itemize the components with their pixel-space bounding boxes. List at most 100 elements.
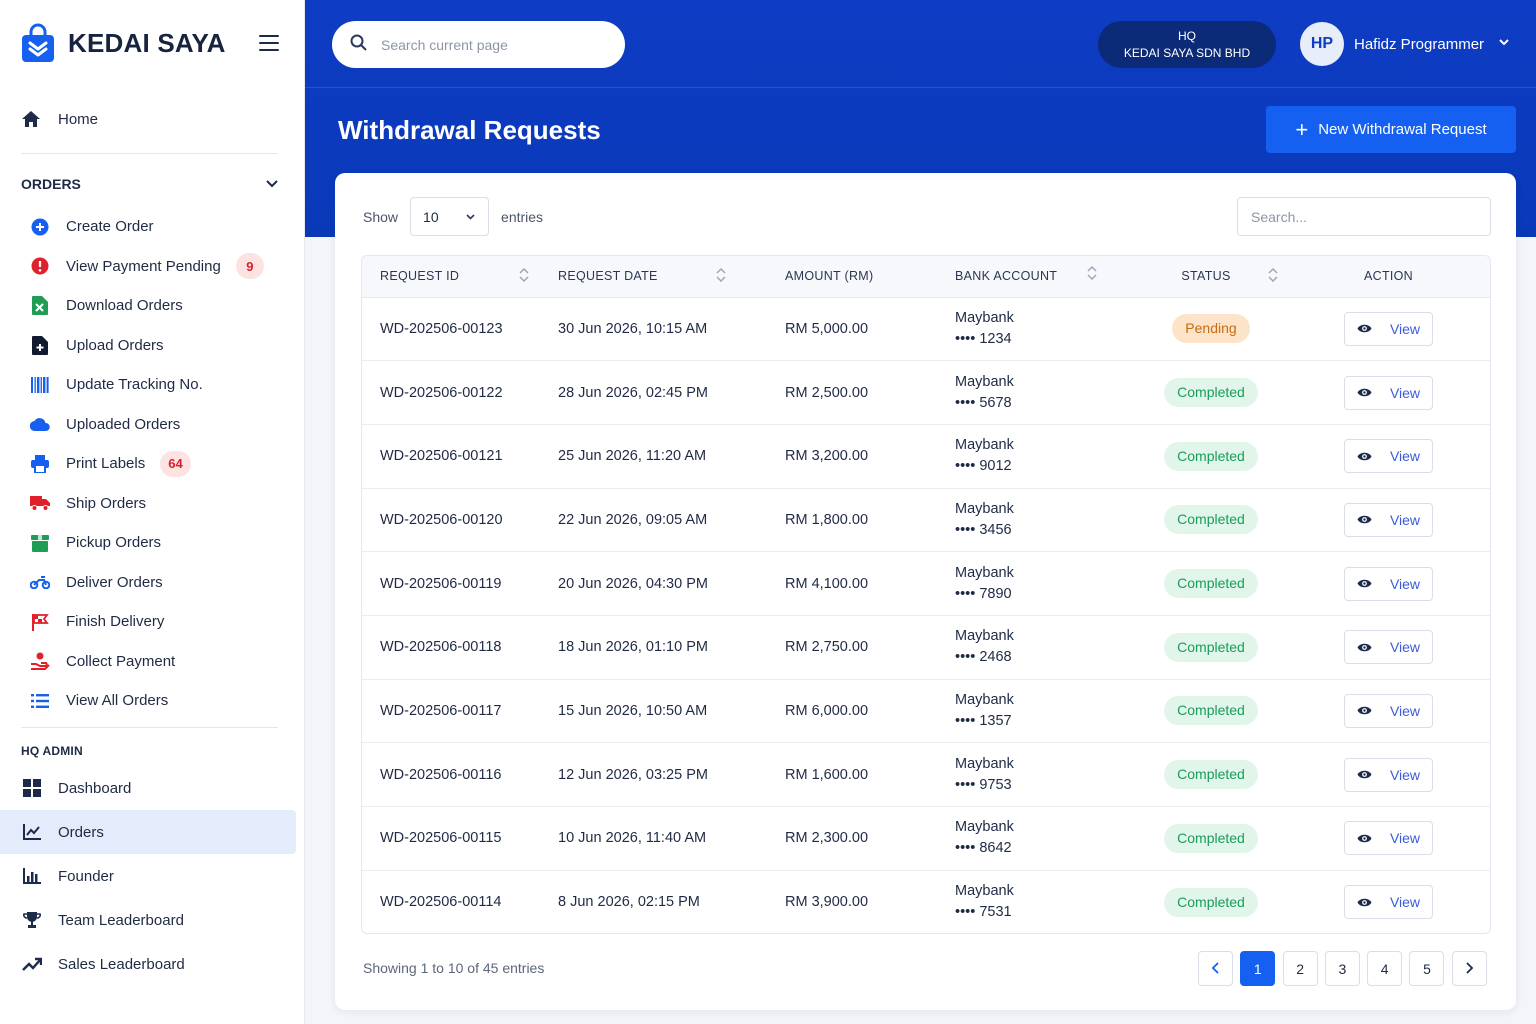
user-menu[interactable]: HP Hafidz Programmer <box>1300 21 1510 67</box>
sidebar-item-label: Download Orders <box>66 297 183 315</box>
sidebar-item-orders[interactable]: Orders <box>0 810 296 854</box>
request-id-cell: WD-202506-00121 <box>380 448 503 465</box>
eye-icon <box>1357 769 1381 780</box>
action-cell: View <box>1287 743 1490 807</box>
eye-icon <box>1357 833 1381 844</box>
organization-badge[interactable]: HQ KEDAI SAYA SDN BHD <box>1098 21 1276 68</box>
alert-circle-icon <box>29 255 51 277</box>
page-button-4[interactable]: 4 <box>1367 951 1403 986</box>
action-cell: View <box>1287 488 1490 552</box>
chevron-down-icon <box>1498 35 1510 53</box>
hand-coin-icon <box>29 650 51 672</box>
page-button-1[interactable]: 1 <box>1240 951 1276 986</box>
status-cell: Completed <box>1135 679 1287 743</box>
sidebar-item-uploaded-orders[interactable]: Uploaded Orders <box>21 405 281 445</box>
sidebar-item-deliver-orders[interactable]: Deliver Orders <box>21 563 281 603</box>
org-line-1: HQ <box>1178 28 1196 43</box>
sidebar-item-founder[interactable]: Founder <box>0 854 305 898</box>
view-button[interactable]: View <box>1344 502 1433 537</box>
view-button[interactable]: View <box>1344 311 1433 346</box>
status-cell: Completed <box>1135 424 1287 488</box>
view-button[interactable]: View <box>1344 566 1433 601</box>
sidebar-item-home[interactable]: Home <box>20 104 280 134</box>
status-badge: Completed <box>1164 441 1258 471</box>
eye-icon <box>1357 387 1381 398</box>
sort-icon <box>1087 265 1097 287</box>
page-button-5[interactable]: 5 <box>1409 951 1445 986</box>
sidebar-item-sales-leaderboard[interactable]: Sales Leaderboard <box>0 942 305 986</box>
search-input[interactable] <box>381 36 601 53</box>
column-header-request-id[interactable]: REQUEST ID <box>362 256 558 298</box>
sidebar: KEDAI SAYA Home ORDERS Create Order View… <box>0 0 305 1024</box>
global-search[interactable] <box>332 21 625 68</box>
box-icon <box>29 532 51 554</box>
request-date-cell: 20 Jun 2026, 04:30 PM <box>558 575 708 592</box>
next-page-button[interactable] <box>1451 951 1487 986</box>
bank-name: Maybank <box>955 755 1014 772</box>
finish-flag-icon <box>29 611 51 633</box>
sidebar-item-finish-delivery[interactable]: Finish Delivery <box>21 602 281 642</box>
action-cell: View <box>1287 361 1490 425</box>
sort-icon <box>1268 267 1278 285</box>
view-button[interactable]: View <box>1344 439 1433 474</box>
page-button-3[interactable]: 3 <box>1324 951 1360 986</box>
column-header-request-date[interactable]: REQUEST DATE <box>558 256 785 298</box>
request-date-cell: 8 Jun 2026, 02:15 PM <box>558 894 700 911</box>
request-date-cell: 15 Jun 2026, 10:50 AM <box>558 702 708 719</box>
section-title: HQ ADMIN <box>21 744 83 758</box>
line-chart-icon <box>21 821 43 843</box>
column-header-status[interactable]: STATUS <box>1135 256 1287 298</box>
previous-page-button[interactable] <box>1198 951 1233 986</box>
bank-name: Maybank <box>955 883 1014 900</box>
view-label: View <box>1389 639 1421 656</box>
eye-icon <box>1357 705 1381 716</box>
account-number: •••• 7531 <box>955 904 1012 921</box>
view-label: View <box>1389 830 1421 847</box>
plus-icon: + <box>1295 116 1309 142</box>
sidebar-item-download-orders[interactable]: Download Orders <box>21 286 281 326</box>
request-id-cell: WD-202506-00114 <box>380 894 502 911</box>
table-search[interactable] <box>1237 197 1491 236</box>
sidebar-item-update-tracking[interactable]: Update Tracking No. <box>21 365 281 405</box>
view-button[interactable]: View <box>1344 693 1433 728</box>
bank-account-cell: Maybank •••• 1357 <box>955 679 1135 743</box>
sidebar-item-dashboard[interactable]: Dashboard <box>0 766 305 810</box>
view-label: View <box>1389 575 1421 592</box>
menu-toggle-icon[interactable] <box>259 35 279 51</box>
sidebar-item-pickup-orders[interactable]: Pickup Orders <box>21 523 281 563</box>
status-badge: Completed <box>1164 632 1258 662</box>
sidebar-item-label: Create Order <box>66 218 154 236</box>
status-badge: Pending <box>1172 314 1250 344</box>
bank-account-cell: Maybank •••• 7531 <box>955 870 1135 933</box>
view-button[interactable]: View <box>1344 375 1433 410</box>
table-row: WD-202506-00121 25 Jun 2026, 11:20 AM RM 3… <box>362 424 1490 489</box>
table-row: WD-202506-00114 8 Jun 2026, 02:15 PM RM 3,… <box>362 870 1490 933</box>
sidebar-item-print-labels[interactable]: Print Labels 64 <box>21 444 281 484</box>
amount-cell: RM 2,300.00 <box>785 830 869 847</box>
new-withdrawal-request-button[interactable]: + New Withdrawal Request <box>1266 106 1516 153</box>
page-button-2[interactable]: 2 <box>1282 951 1318 986</box>
view-label: View <box>1389 511 1421 528</box>
view-button[interactable]: View <box>1344 757 1433 792</box>
sidebar-item-create-order[interactable]: Create Order <box>21 207 281 247</box>
sidebar-item-view-all-orders[interactable]: View All Orders <box>21 681 281 721</box>
sidebar-item-label: Upload Orders <box>66 336 164 354</box>
entries-select[interactable]: 10 <box>410 197 490 236</box>
orders-section-toggle[interactable]: ORDERS <box>21 174 279 194</box>
bank-name: Maybank <box>955 373 1014 390</box>
bank-name: Maybank <box>955 691 1014 708</box>
column-header-bank-account[interactable]: BANK ACCOUNT <box>955 256 1135 298</box>
bank-account-cell: Maybank •••• 1234 <box>955 297 1135 361</box>
view-button[interactable]: View <box>1344 821 1433 856</box>
table-search-input[interactable] <box>1251 208 1477 225</box>
view-button[interactable]: View <box>1344 885 1433 920</box>
sidebar-item-ship-orders[interactable]: Ship Orders <box>21 484 281 524</box>
sidebar-item-team-leaderboard[interactable]: Team Leaderboard <box>0 898 305 942</box>
view-button[interactable]: View <box>1344 630 1433 665</box>
brand[interactable]: KEDAI SAYA <box>20 22 226 64</box>
sidebar-item-label: Update Tracking No. <box>66 376 203 394</box>
sidebar-item-upload-orders[interactable]: Upload Orders <box>21 326 281 366</box>
sidebar-item-collect-payment[interactable]: Collect Payment <box>21 642 281 682</box>
sidebar-item-view-payment-pending[interactable]: View Payment Pending 9 <box>21 247 281 287</box>
table-row: WD-202506-00117 15 Jun 2026, 10:50 AM RM 6… <box>362 679 1490 743</box>
